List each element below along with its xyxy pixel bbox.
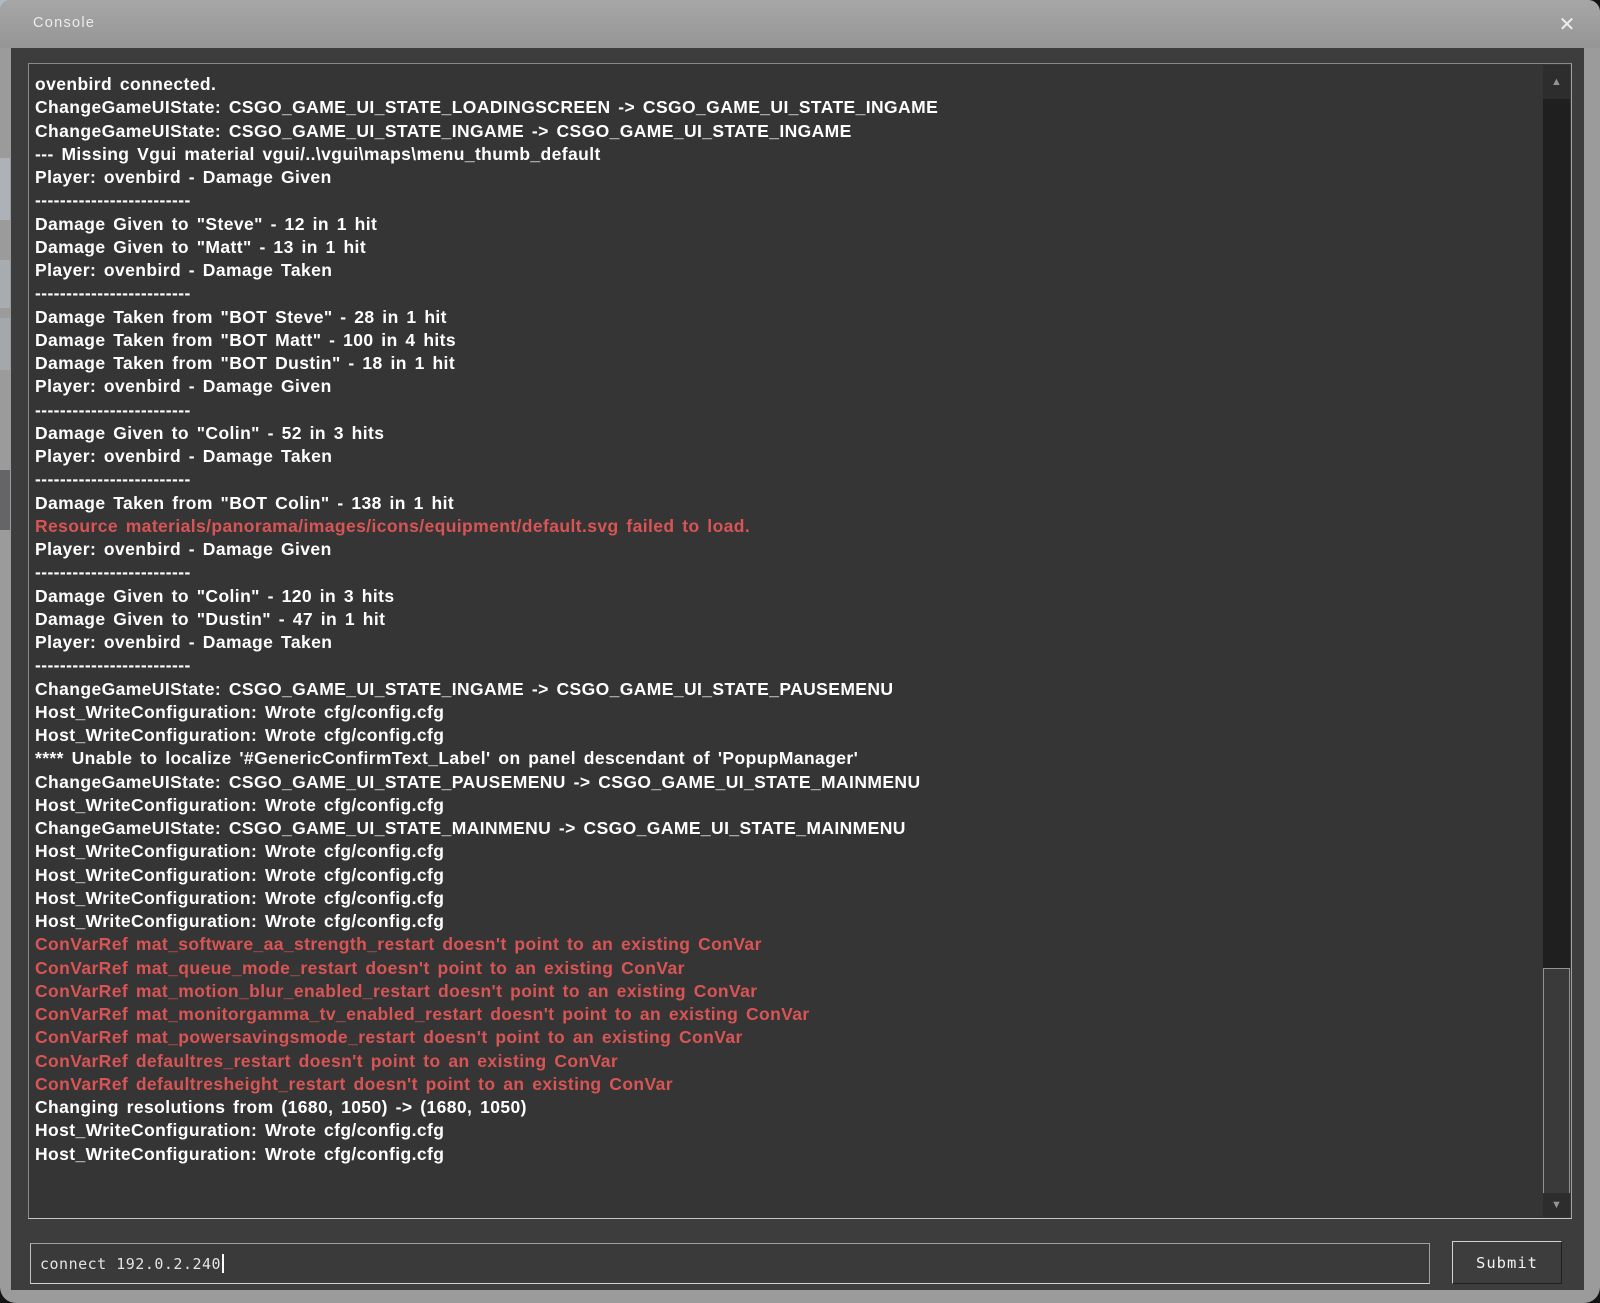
console-line: Host_WriteConfiguration: Wrote cfg/confi…	[35, 910, 1538, 933]
frame-reflection	[0, 470, 10, 530]
console-line: ChangeGameUIState: CSGO_GAME_UI_STATE_IN…	[35, 678, 1538, 701]
console-line: Host_WriteConfiguration: Wrote cfg/confi…	[35, 701, 1538, 724]
console-line: Host_WriteConfiguration: Wrote cfg/confi…	[35, 864, 1538, 887]
console-line: Damage Taken from "BOT Dustin" - 18 in 1…	[35, 352, 1538, 375]
console-line: Player: ovenbird - Damage Taken	[35, 445, 1538, 468]
console-line: Damage Given to "Colin" - 52 in 3 hits	[35, 422, 1538, 445]
console-line: ChangeGameUIState: CSGO_GAME_UI_STATE_MA…	[35, 817, 1538, 840]
console-line: Host_WriteConfiguration: Wrote cfg/confi…	[35, 794, 1538, 817]
console-line: Player: ovenbird - Damage Given	[35, 538, 1538, 561]
console-line: Damage Taken from "BOT Colin" - 138 in 1…	[35, 492, 1538, 515]
scroll-down-button[interactable]: ▼	[1543, 1193, 1570, 1217]
scroll-up-button[interactable]: ▲	[1543, 65, 1570, 99]
console-line: ConVarRef mat_powersavingsmode_restart d…	[35, 1026, 1538, 1049]
window-title: Console	[33, 15, 95, 31]
console-line: Player: ovenbird - Damage Given	[35, 166, 1538, 189]
console-line: Changing resolutions from (1680, 1050) -…	[35, 1096, 1538, 1119]
frame-reflection	[0, 260, 10, 308]
console-line: ChangeGameUIState: CSGO_GAME_UI_STATE_IN…	[35, 120, 1538, 143]
frame-reflection	[0, 318, 10, 370]
frame-reflection	[0, 158, 10, 220]
console-line: ConVarRef mat_queue_mode_restart doesn't…	[35, 957, 1538, 980]
console-line: Player: ovenbird - Damage Taken	[35, 259, 1538, 282]
console-line: Damage Given to "Colin" - 120 in 3 hits	[35, 585, 1538, 608]
chevron-up-icon: ▲	[1551, 76, 1562, 88]
console-line: Damage Taken from "BOT Steve" - 28 in 1 …	[35, 306, 1538, 329]
console-line: -------------------------	[35, 399, 1538, 422]
console-line: Damage Given to "Dustin" - 47 in 1 hit	[35, 608, 1538, 631]
console-line: ChangeGameUIState: CSGO_GAME_UI_STATE_LO…	[35, 96, 1538, 119]
console-line: ConVarRef mat_motion_blur_enabled_restar…	[35, 980, 1538, 1003]
console-line: ConVarRef defaultres_restart doesn't poi…	[35, 1050, 1538, 1073]
console-line: -------------------------	[35, 561, 1538, 584]
console-line: -------------------------	[35, 468, 1538, 491]
console-line: Host_WriteConfiguration: Wrote cfg/confi…	[35, 887, 1538, 910]
console-line: -------------------------	[35, 282, 1538, 305]
console-line: Player: ovenbird - Damage Taken	[35, 631, 1538, 654]
chevron-down-icon: ▼	[1551, 1199, 1562, 1211]
console-line: ConVarRef mat_monitorgamma_tv_enabled_re…	[35, 1003, 1538, 1026]
console-line: ChangeGameUIState: CSGO_GAME_UI_STATE_PA…	[35, 771, 1538, 794]
console-line: **** Unable to localize '#GenericConfirm…	[35, 747, 1538, 770]
submit-button[interactable]: Submit	[1452, 1241, 1562, 1284]
window-body: ovenbird connected.ChangeGameUIState: CS…	[11, 48, 1584, 1290]
console-output-panel: ovenbird connected.ChangeGameUIState: CS…	[28, 63, 1572, 1219]
submit-button-label: Submit	[1476, 1254, 1538, 1272]
console-line: Player: ovenbird - Damage Given	[35, 375, 1538, 398]
title-bar[interactable]: Console ✕	[0, 0, 1600, 48]
console-command-text: connect 192.0.2.240	[40, 1255, 221, 1273]
scrollbar-thumb[interactable]	[1543, 968, 1570, 1194]
console-line: Host_WriteConfiguration: Wrote cfg/confi…	[35, 840, 1538, 863]
console-command-input[interactable]: connect 192.0.2.240	[30, 1243, 1430, 1284]
console-line: Resource materials/panorama/images/icons…	[35, 515, 1538, 538]
console-line: ovenbird connected.	[35, 73, 1538, 96]
text-cursor	[222, 1254, 224, 1273]
console-line: Host_WriteConfiguration: Wrote cfg/confi…	[35, 1143, 1538, 1166]
console-output[interactable]: ovenbird connected.ChangeGameUIState: CS…	[30, 65, 1542, 1217]
console-line: Host_WriteConfiguration: Wrote cfg/confi…	[35, 1119, 1538, 1142]
scrollbar[interactable]: ▲ ▼	[1543, 65, 1570, 1217]
close-icon: ✕	[1559, 12, 1576, 37]
console-line: Host_WriteConfiguration: Wrote cfg/confi…	[35, 724, 1538, 747]
close-button[interactable]: ✕	[1553, 10, 1581, 38]
console-line: Damage Given to "Matt" - 13 in 1 hit	[35, 236, 1538, 259]
console-line: ConVarRef mat_software_aa_strength_resta…	[35, 933, 1538, 956]
console-line: Damage Taken from "BOT Matt" - 100 in 4 …	[35, 329, 1538, 352]
console-line: Damage Given to "Steve" - 12 in 1 hit	[35, 213, 1538, 236]
console-line: -------------------------	[35, 189, 1538, 212]
console-line: ConVarRef defaultresheight_restart doesn…	[35, 1073, 1538, 1096]
console-line: -------------------------	[35, 654, 1538, 677]
console-line: --- Missing Vgui material vgui/..\vgui\m…	[35, 143, 1538, 166]
console-window: Console ✕ ovenbird connected.ChangeGameU…	[0, 0, 1600, 1303]
